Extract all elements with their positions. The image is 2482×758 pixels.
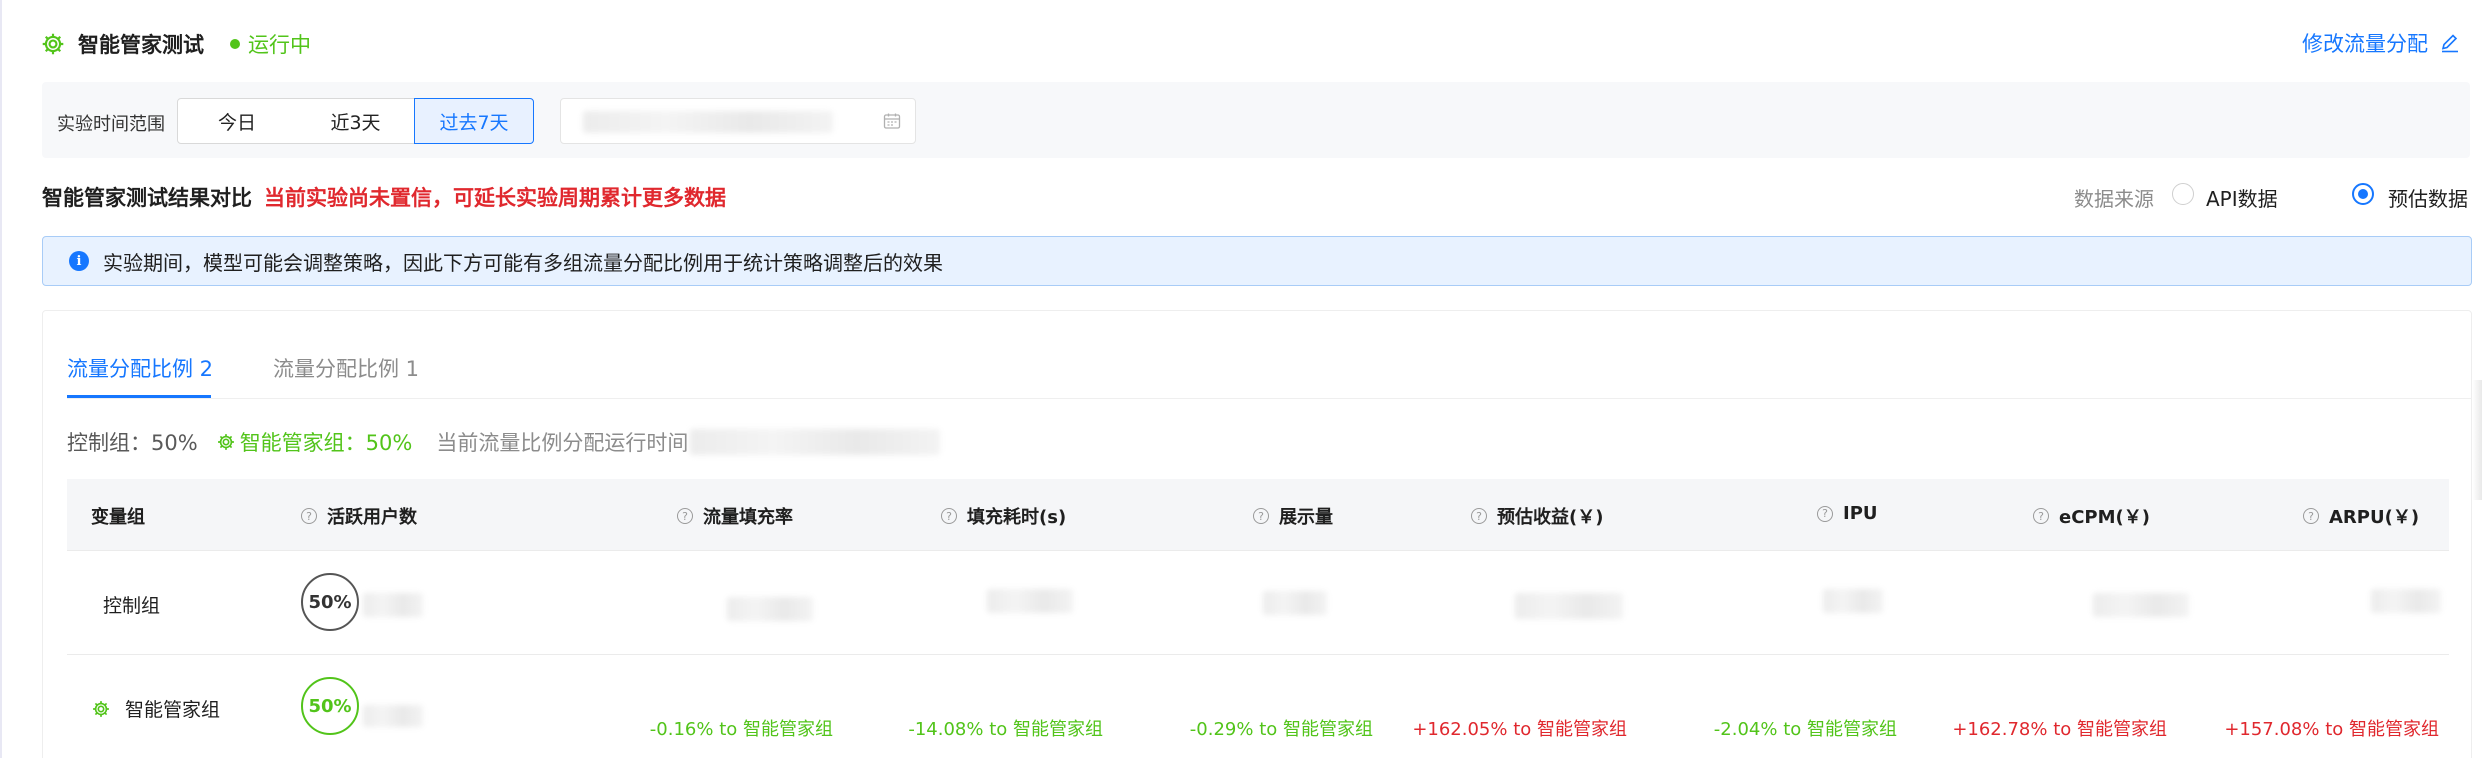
calendar-icon: [883, 113, 901, 129]
share-circle: 50%: [301, 573, 359, 631]
redacted-value: [363, 593, 423, 617]
runtime-label: 当前流量比例分配运行时间: [436, 431, 689, 455]
redacted-value: [2093, 593, 2189, 617]
api-data-label[interactable]: API数据: [2206, 183, 2278, 212]
time-range-bar: 实验时间范围 今日 近3天 过去7天: [42, 82, 2470, 158]
delta-ipu: -2.04% to 智能管家组: [1713, 719, 1897, 740]
range-3days-button[interactable]: 近3天: [296, 98, 416, 144]
data-source-label: 数据来源: [2074, 187, 2154, 211]
page-title: 智能管家测试: [78, 33, 204, 57]
smart-ratio: 智能管家组：50%: [216, 427, 413, 457]
status-dot: [230, 39, 240, 49]
col-fill-rate: ? 流量填充率: [677, 503, 793, 529]
question-icon[interactable]: ?: [2303, 508, 2319, 524]
edit-traffic-allocation-link[interactable]: 修改流量分配: [2302, 28, 2460, 58]
col-group: 变量组: [91, 507, 145, 528]
delta-impressions: -0.29% to 智能管家组: [1189, 719, 1373, 740]
delta-fill-rate: -0.16% to 智能管家组: [649, 719, 833, 740]
share-circle: 50%: [301, 677, 359, 735]
delta-ecpm: +162.78% to 智能管家组: [1952, 719, 2167, 740]
question-icon[interactable]: ?: [1471, 508, 1487, 524]
delta-est-revenue: +162.05% to 智能管家组: [1412, 719, 1627, 740]
col-ecpm: ? eCPM(￥): [2033, 503, 2150, 529]
status-badge: 运行中: [248, 33, 311, 57]
col-fill-time: ? 填充耗时(s): [941, 503, 1066, 529]
tab-allocation-2[interactable]: 流量分配比例 2: [67, 353, 213, 383]
tab-allocation-1[interactable]: 流量分配比例 1: [273, 353, 419, 383]
results-section-title: 智能管家测试结果对比: [42, 186, 252, 210]
question-icon[interactable]: ?: [2033, 508, 2049, 524]
redacted-value: [1263, 591, 1327, 615]
question-icon[interactable]: ?: [1817, 505, 1833, 522]
gear-icon: [93, 700, 109, 717]
scrollbar-edge[interactable]: [2472, 380, 2482, 500]
col-est-revenue: ? 预估收益(￥): [1471, 503, 1603, 529]
col-active-users: ? 活跃用户数: [301, 503, 417, 529]
edit-traffic-allocation-label: 修改流量分配: [2302, 32, 2428, 56]
table-row-smart: 智能管家组 50% -0.16% to 智能管家组 -14.08% to 智能管…: [67, 655, 2449, 758]
redacted-value: [727, 597, 813, 621]
delta-arpu: +157.08% to 智能管家组: [2224, 719, 2439, 740]
results-card: 流量分配比例 2 流量分配比例 1 控制组：50% 智能管家组：50% 当前流量…: [42, 310, 2473, 758]
range-today-button[interactable]: 今日: [177, 98, 297, 144]
table-row-control: 控制组 50%: [67, 551, 2449, 655]
active-tab-indicator: [67, 395, 211, 398]
redacted-value: [363, 705, 423, 727]
confidence-warning: 当前实验尚未置信，可延长实验周期累计更多数据: [264, 186, 726, 210]
estimated-data-label[interactable]: 预估数据: [2388, 183, 2468, 212]
question-icon[interactable]: ?: [677, 508, 693, 524]
api-data-radio[interactable]: [2172, 183, 2194, 205]
gear-icon: [217, 434, 234, 450]
info-banner-text: 实验期间，模型可能会调整策略，因此下方可能有多组流量分配比例用于统计策略调整后的…: [103, 250, 943, 275]
redacted-value: [2371, 589, 2441, 613]
runtime-redacted: [690, 429, 941, 455]
redacted-value: [1515, 593, 1623, 619]
control-ratio: 控制组：50%: [67, 431, 198, 455]
estimated-data-radio[interactable]: [2352, 183, 2374, 205]
page-header: 智能管家测试 运行中: [40, 26, 311, 62]
gear-icon: [42, 33, 64, 55]
question-icon[interactable]: ?: [941, 508, 957, 524]
redacted-value: [1823, 589, 1883, 613]
smart-ratio-label: 智能管家组：50%: [239, 431, 413, 455]
info-icon: i: [69, 251, 89, 271]
question-icon[interactable]: ?: [1253, 508, 1269, 524]
app-frame: 智能管家测试 运行中 修改流量分配 实验时间范围 今日 近3天 过去7天 智能管…: [0, 0, 2482, 758]
col-ipu: ? IPU: [1817, 503, 1878, 524]
col-impressions: ? 展示量: [1253, 503, 1333, 529]
row-group-name: 智能管家组: [91, 695, 220, 722]
table-header: 变量组 ? 活跃用户数 ? 流量填充率 ? 填充耗时(s) ? 展示量 ? 预估收益(￥)…: [67, 479, 2449, 551]
time-range-label: 实验时间范围: [57, 114, 165, 135]
col-arpu: ? ARPU(￥): [2303, 503, 2419, 529]
date-range-redacted: [583, 111, 833, 133]
date-range-picker[interactable]: [560, 98, 916, 144]
ratio-summary: 控制组：50% 智能管家组：50% 当前流量比例分配运行时间: [67, 427, 941, 457]
info-banner: i 实验期间，模型可能会调整策略，因此下方可能有多组流量分配比例用于统计策略调整…: [42, 236, 2472, 286]
delta-fill-time: -14.08% to 智能管家组: [908, 719, 1103, 740]
redacted-value: [987, 589, 1073, 613]
range-7days-button[interactable]: 过去7天: [414, 98, 534, 144]
question-icon[interactable]: ?: [301, 508, 317, 524]
edit-icon: [2441, 34, 2458, 53]
allocation-tabs: 流量分配比例 2 流量分配比例 1: [67, 311, 2473, 399]
row-group-name: 控制组: [103, 595, 161, 617]
